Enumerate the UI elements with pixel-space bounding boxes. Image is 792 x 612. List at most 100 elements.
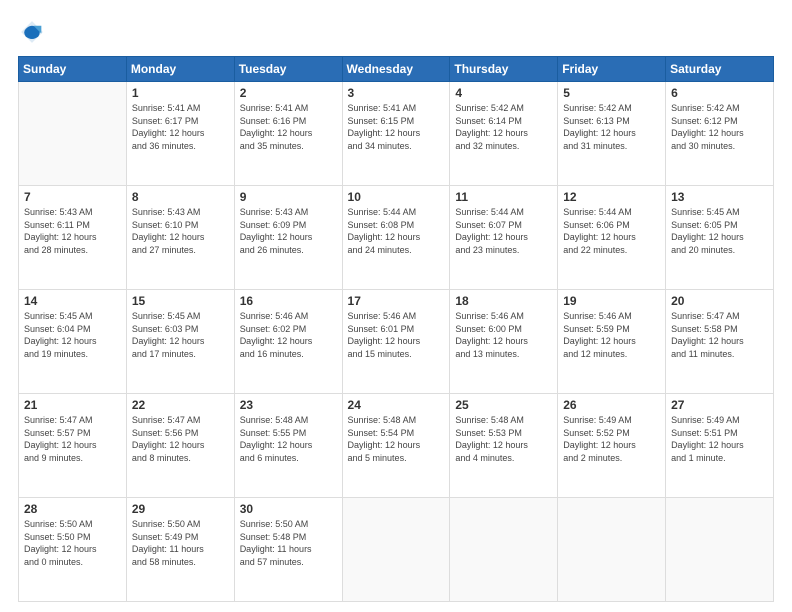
cell-text-line: and 6 minutes. bbox=[240, 452, 337, 465]
cell-text-line: and 5 minutes. bbox=[348, 452, 445, 465]
day-number: 6 bbox=[671, 86, 768, 100]
cell-text-line: Daylight: 12 hours bbox=[563, 231, 660, 244]
calendar-cell bbox=[342, 498, 450, 602]
calendar-cell: 15Sunrise: 5:45 AMSunset: 6:03 PMDayligh… bbox=[126, 290, 234, 394]
cell-text-line: Daylight: 12 hours bbox=[240, 127, 337, 140]
day-number: 9 bbox=[240, 190, 337, 204]
cell-text-line: Sunset: 6:11 PM bbox=[24, 219, 121, 232]
cell-text-line: Sunset: 6:09 PM bbox=[240, 219, 337, 232]
day-number: 18 bbox=[455, 294, 552, 308]
cell-text-line: Sunset: 5:49 PM bbox=[132, 531, 229, 544]
cell-text-line: Sunrise: 5:42 AM bbox=[455, 102, 552, 115]
cell-text-line: Sunrise: 5:41 AM bbox=[348, 102, 445, 115]
cell-text-line: Sunrise: 5:45 AM bbox=[671, 206, 768, 219]
calendar-week-row: 7Sunrise: 5:43 AMSunset: 6:11 PMDaylight… bbox=[19, 186, 774, 290]
cell-text-line: Daylight: 12 hours bbox=[563, 335, 660, 348]
cell-text-line: Daylight: 12 hours bbox=[563, 439, 660, 452]
calendar-cell: 10Sunrise: 5:44 AMSunset: 6:08 PMDayligh… bbox=[342, 186, 450, 290]
cell-text-line: and 8 minutes. bbox=[132, 452, 229, 465]
calendar-cell bbox=[558, 498, 666, 602]
calendar-cell: 25Sunrise: 5:48 AMSunset: 5:53 PMDayligh… bbox=[450, 394, 558, 498]
cell-text-line: Sunrise: 5:49 AM bbox=[671, 414, 768, 427]
calendar-cell: 11Sunrise: 5:44 AMSunset: 6:07 PMDayligh… bbox=[450, 186, 558, 290]
cell-text-line: Sunrise: 5:41 AM bbox=[132, 102, 229, 115]
calendar-cell: 1Sunrise: 5:41 AMSunset: 6:17 PMDaylight… bbox=[126, 82, 234, 186]
calendar-cell bbox=[666, 498, 774, 602]
day-number: 20 bbox=[671, 294, 768, 308]
cell-text-line: Daylight: 12 hours bbox=[671, 127, 768, 140]
cell-text-line: Sunset: 5:48 PM bbox=[240, 531, 337, 544]
day-number: 2 bbox=[240, 86, 337, 100]
calendar-week-row: 1Sunrise: 5:41 AMSunset: 6:17 PMDaylight… bbox=[19, 82, 774, 186]
cell-text-line: Sunrise: 5:48 AM bbox=[455, 414, 552, 427]
day-number: 12 bbox=[563, 190, 660, 204]
cell-text-line: Daylight: 12 hours bbox=[348, 335, 445, 348]
page: SundayMondayTuesdayWednesdayThursdayFrid… bbox=[0, 0, 792, 612]
cell-text-line: Daylight: 12 hours bbox=[348, 231, 445, 244]
calendar-day-header: Monday bbox=[126, 57, 234, 82]
cell-text-line: Sunset: 6:17 PM bbox=[132, 115, 229, 128]
cell-text-line: Sunrise: 5:46 AM bbox=[455, 310, 552, 323]
day-number: 30 bbox=[240, 502, 337, 516]
calendar-cell: 27Sunrise: 5:49 AMSunset: 5:51 PMDayligh… bbox=[666, 394, 774, 498]
cell-text-line: Daylight: 12 hours bbox=[132, 335, 229, 348]
cell-text-line: Sunset: 6:05 PM bbox=[671, 219, 768, 232]
calendar-cell: 29Sunrise: 5:50 AMSunset: 5:49 PMDayligh… bbox=[126, 498, 234, 602]
calendar-cell: 28Sunrise: 5:50 AMSunset: 5:50 PMDayligh… bbox=[19, 498, 127, 602]
cell-text-line: and 20 minutes. bbox=[671, 244, 768, 257]
cell-text-line: Daylight: 12 hours bbox=[671, 335, 768, 348]
cell-text-line: and 0 minutes. bbox=[24, 556, 121, 569]
cell-text-line: Sunrise: 5:45 AM bbox=[132, 310, 229, 323]
cell-text-line: Daylight: 12 hours bbox=[348, 439, 445, 452]
cell-text-line: Sunrise: 5:43 AM bbox=[132, 206, 229, 219]
cell-text-line: Daylight: 12 hours bbox=[24, 231, 121, 244]
calendar-cell: 2Sunrise: 5:41 AMSunset: 6:16 PMDaylight… bbox=[234, 82, 342, 186]
calendar-week-row: 28Sunrise: 5:50 AMSunset: 5:50 PMDayligh… bbox=[19, 498, 774, 602]
cell-text-line: Sunrise: 5:42 AM bbox=[563, 102, 660, 115]
day-number: 29 bbox=[132, 502, 229, 516]
calendar-cell: 21Sunrise: 5:47 AMSunset: 5:57 PMDayligh… bbox=[19, 394, 127, 498]
cell-text-line: and 24 minutes. bbox=[348, 244, 445, 257]
calendar-cell: 24Sunrise: 5:48 AMSunset: 5:54 PMDayligh… bbox=[342, 394, 450, 498]
cell-text-line: Sunset: 6:07 PM bbox=[455, 219, 552, 232]
cell-text-line: Sunset: 5:59 PM bbox=[563, 323, 660, 336]
cell-text-line: and 58 minutes. bbox=[132, 556, 229, 569]
calendar-cell: 20Sunrise: 5:47 AMSunset: 5:58 PMDayligh… bbox=[666, 290, 774, 394]
calendar-table: SundayMondayTuesdayWednesdayThursdayFrid… bbox=[18, 56, 774, 602]
cell-text-line: Sunrise: 5:43 AM bbox=[240, 206, 337, 219]
cell-text-line: Sunrise: 5:47 AM bbox=[132, 414, 229, 427]
cell-text-line: Daylight: 12 hours bbox=[24, 439, 121, 452]
cell-text-line: Daylight: 12 hours bbox=[132, 231, 229, 244]
cell-text-line: Daylight: 12 hours bbox=[240, 439, 337, 452]
cell-text-line: Daylight: 12 hours bbox=[24, 543, 121, 556]
cell-text-line: Daylight: 12 hours bbox=[132, 127, 229, 140]
cell-text-line: Sunrise: 5:44 AM bbox=[455, 206, 552, 219]
cell-text-line: and 9 minutes. bbox=[24, 452, 121, 465]
cell-text-line: Sunrise: 5:47 AM bbox=[24, 414, 121, 427]
cell-text-line: and 26 minutes. bbox=[240, 244, 337, 257]
calendar-cell bbox=[450, 498, 558, 602]
cell-text-line: and 22 minutes. bbox=[563, 244, 660, 257]
day-number: 23 bbox=[240, 398, 337, 412]
cell-text-line: Sunset: 5:50 PM bbox=[24, 531, 121, 544]
calendar-cell: 8Sunrise: 5:43 AMSunset: 6:10 PMDaylight… bbox=[126, 186, 234, 290]
cell-text-line: Sunset: 5:51 PM bbox=[671, 427, 768, 440]
cell-text-line: and 19 minutes. bbox=[24, 348, 121, 361]
cell-text-line: Sunset: 6:15 PM bbox=[348, 115, 445, 128]
cell-text-line: and 15 minutes. bbox=[348, 348, 445, 361]
cell-text-line: Daylight: 12 hours bbox=[455, 127, 552, 140]
cell-text-line: and 30 minutes. bbox=[671, 140, 768, 153]
cell-text-line: Daylight: 12 hours bbox=[671, 439, 768, 452]
day-number: 28 bbox=[24, 502, 121, 516]
day-number: 21 bbox=[24, 398, 121, 412]
cell-text-line: Sunrise: 5:44 AM bbox=[348, 206, 445, 219]
cell-text-line: and 17 minutes. bbox=[132, 348, 229, 361]
day-number: 11 bbox=[455, 190, 552, 204]
cell-text-line: Sunset: 6:06 PM bbox=[563, 219, 660, 232]
day-number: 4 bbox=[455, 86, 552, 100]
cell-text-line: and 28 minutes. bbox=[24, 244, 121, 257]
cell-text-line: and 16 minutes. bbox=[240, 348, 337, 361]
cell-text-line: Sunrise: 5:46 AM bbox=[563, 310, 660, 323]
calendar-day-header: Saturday bbox=[666, 57, 774, 82]
cell-text-line: Sunset: 6:01 PM bbox=[348, 323, 445, 336]
